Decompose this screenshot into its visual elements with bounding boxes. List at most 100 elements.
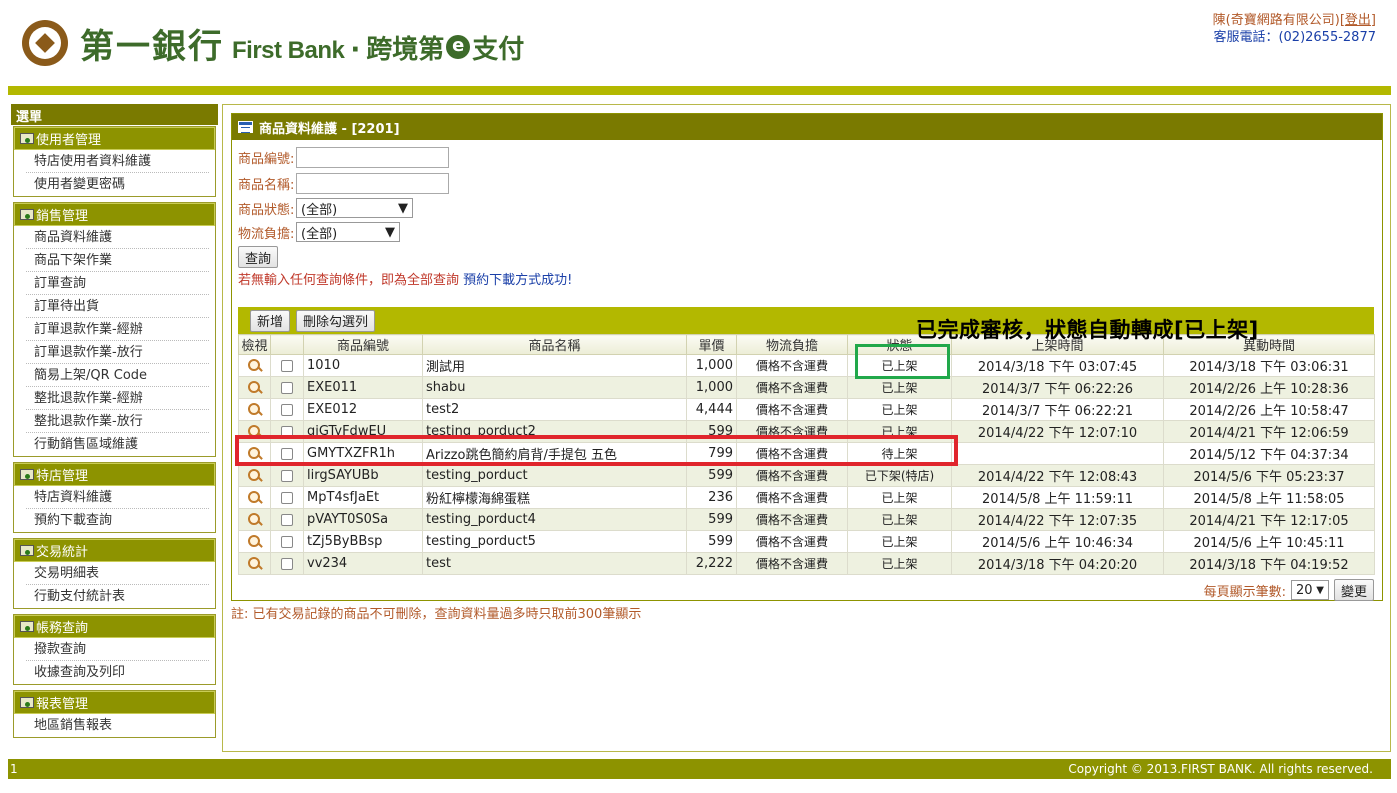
product-no-label: 商品編號: — [238, 151, 295, 167]
magnifier-icon[interactable] — [247, 490, 262, 505]
listed-time-cell: 2014/3/18 下午 03:07:45 — [951, 354, 1164, 377]
menu-group-header[interactable]: 使用者管理 — [14, 127, 215, 150]
magnifier-icon[interactable] — [247, 402, 262, 417]
add-button[interactable]: 新增 — [250, 309, 291, 332]
dropdown-arrow-icon: ▼ — [385, 224, 395, 240]
sidebar-item[interactable]: 整批退款作業-經辦 — [26, 387, 209, 410]
menu-group-header[interactable]: 銷售管理 — [14, 203, 215, 226]
sidebar-item[interactable]: 撥款查詢 — [26, 638, 209, 661]
magnifier-icon[interactable] — [247, 534, 262, 549]
row-checkbox[interactable] — [281, 491, 293, 504]
row-checkbox[interactable] — [281, 535, 293, 548]
bank-emblem-icon — [22, 20, 68, 66]
sidebar-item[interactable]: 訂單查詢 — [26, 272, 209, 295]
shipping-cell: 價格不含運費 — [736, 464, 848, 487]
sidebar-item[interactable]: 簡易上架/QR Code — [26, 364, 209, 387]
status-cell: 已上架 — [847, 486, 952, 509]
product-no-row: 商品編號: — [238, 146, 449, 168]
query-button[interactable]: 查詢 — [238, 246, 279, 268]
sidebar-item[interactable]: 商品下架作業 — [26, 249, 209, 272]
header: 第一銀行 First Bank · 跨境第 e 支付 陳(奇寶網路有限公司)[登… — [0, 0, 1397, 86]
row-checkbox[interactable] — [281, 513, 293, 526]
sidebar-item[interactable]: 商品資料維護 — [26, 226, 209, 249]
modified-time-cell: 2014/5/12 下午 04:37:34 — [1163, 442, 1375, 465]
sidebar-item[interactable]: 行動銷售區域維護 — [26, 433, 209, 456]
menu-group-header[interactable]: 交易統計 — [14, 539, 215, 562]
price-cell: 599 — [686, 530, 737, 553]
view-cell — [238, 376, 271, 399]
product-name-cell: testing_porduct4 — [422, 508, 687, 531]
table-row: 1010 測試用 1,000 價格不含運費 已上架 2014/3/18 下午 03:07:… — [238, 354, 1375, 377]
product-name-cell: test — [422, 552, 687, 575]
sidebar-item[interactable]: 地區銷售報表 — [26, 714, 209, 737]
page-size-select[interactable]: 20 ▼ — [1290, 580, 1329, 600]
product-name-input[interactable] — [296, 172, 449, 194]
modified-time-cell: 2014/2/26 上午 10:58:47 — [1163, 398, 1375, 421]
logout-link[interactable]: 登出 — [1345, 13, 1371, 28]
delete-note: 註: 已有交易記錄的商品不可刪除，查詢資料量過多時只取前300筆顯示 — [231, 607, 642, 622]
sidebar-item[interactable]: 訂單退款作業-放行 — [26, 341, 209, 364]
sidebar-item[interactable]: 整批退款作業-放行 — [26, 410, 209, 433]
change-page-size-button[interactable]: 變更 — [1333, 579, 1374, 601]
column-header: 物流負擔 — [736, 334, 848, 355]
listed-time-cell: 2014/4/22 下午 12:07:10 — [951, 420, 1164, 443]
magnifier-icon[interactable] — [247, 380, 262, 395]
annotation-red-box — [235, 435, 958, 466]
sidebar-item[interactable]: 特店資料維護 — [26, 486, 209, 509]
sidebar-item[interactable]: 行動支付統計表 — [26, 585, 209, 608]
service-phone: 客服電話：(02)2655-2877 — [1213, 30, 1376, 45]
pager: 每頁顯示筆數: 20 ▼ 變更 — [1204, 579, 1374, 601]
menu-group-label: 交易統計 — [36, 545, 89, 560]
logo-separator: · — [350, 34, 361, 65]
menu-group-header[interactable]: 報表管理 — [14, 691, 215, 714]
query-row: 查詢 — [238, 246, 279, 268]
shipping-cell: 價格不含運費 — [736, 552, 848, 575]
status-cell: 已上架 — [847, 376, 952, 399]
select-cell — [270, 486, 304, 509]
sidebar-item[interactable]: 特店使用者資料維護 — [26, 150, 209, 173]
magnifier-icon[interactable] — [247, 358, 262, 373]
shipping-cell: 價格不含運費 — [736, 354, 848, 377]
product-name-cell: 粉紅檸檬海綿蛋糕 — [422, 486, 687, 509]
sidebar-item[interactable]: 使用者變更密碼 — [26, 173, 209, 196]
menu-group-header[interactable]: 特店管理 — [14, 463, 215, 486]
main-content: 商品資料維護 - [2201] 商品編號: 商品名稱: 商品狀態: (全部) ▼… — [222, 104, 1391, 752]
folder-icon — [20, 697, 34, 708]
sidebar-item[interactable]: 預約下載查詢 — [26, 509, 209, 532]
menu-group-label: 報表管理 — [36, 697, 89, 712]
table-row: MpT4sfJaEt 粉紅檸檬海綿蛋糕 236 價格不含運費 已上架 2014/5/8 上… — [238, 486, 1375, 509]
sidebar-item[interactable]: 訂單待出貨 — [26, 295, 209, 318]
dropdown-arrow-icon: ▼ — [1316, 584, 1324, 596]
logo-english-name: First Bank — [232, 36, 345, 64]
view-cell — [238, 552, 271, 575]
table-row: vv234 test 2,222 價格不含運費 已上架 2014/3/18 下午 04:2… — [238, 552, 1375, 575]
logo-sub-part1: 跨境第 — [366, 34, 445, 65]
dropdown-arrow-icon: ▼ — [398, 200, 408, 216]
view-cell — [238, 530, 271, 553]
price-cell: 4,444 — [686, 398, 737, 421]
menu-group: 特店管理 特店資料維護 預約下載查詢 — [13, 462, 216, 533]
product-name-cell: 測試用 — [422, 354, 687, 377]
menu-group-header[interactable]: 帳務查詢 — [14, 615, 215, 638]
logo-e-icon: e — [446, 35, 471, 59]
row-checkbox[interactable] — [281, 403, 293, 416]
select-cell — [270, 508, 304, 531]
delete-selected-button[interactable]: 刪除勾選列 — [296, 309, 376, 332]
magnifier-icon[interactable] — [247, 468, 262, 483]
magnifier-icon[interactable] — [247, 512, 262, 527]
product-no-input[interactable] — [296, 146, 449, 168]
magnifier-icon[interactable] — [247, 556, 262, 571]
product-code-cell: MpT4sfJaEt — [303, 486, 423, 509]
sidebar-item[interactable]: 訂單退款作業-經辦 — [26, 318, 209, 341]
row-checkbox[interactable] — [281, 381, 293, 394]
product-name-label: 商品名稱: — [238, 177, 295, 193]
shipping-select[interactable]: (全部) ▼ — [296, 222, 400, 242]
row-checkbox[interactable] — [281, 557, 293, 570]
listed-time-cell: 2014/3/18 下午 04:20:20 — [951, 552, 1164, 575]
row-checkbox[interactable] — [281, 469, 293, 482]
row-checkbox[interactable] — [281, 359, 293, 372]
sidebar-item[interactable]: 交易明細表 — [26, 562, 209, 585]
product-name-cell: test2 — [422, 398, 687, 421]
product-status-select[interactable]: (全部) ▼ — [296, 198, 413, 218]
sidebar-item[interactable]: 收據查詢及列印 — [26, 661, 209, 684]
